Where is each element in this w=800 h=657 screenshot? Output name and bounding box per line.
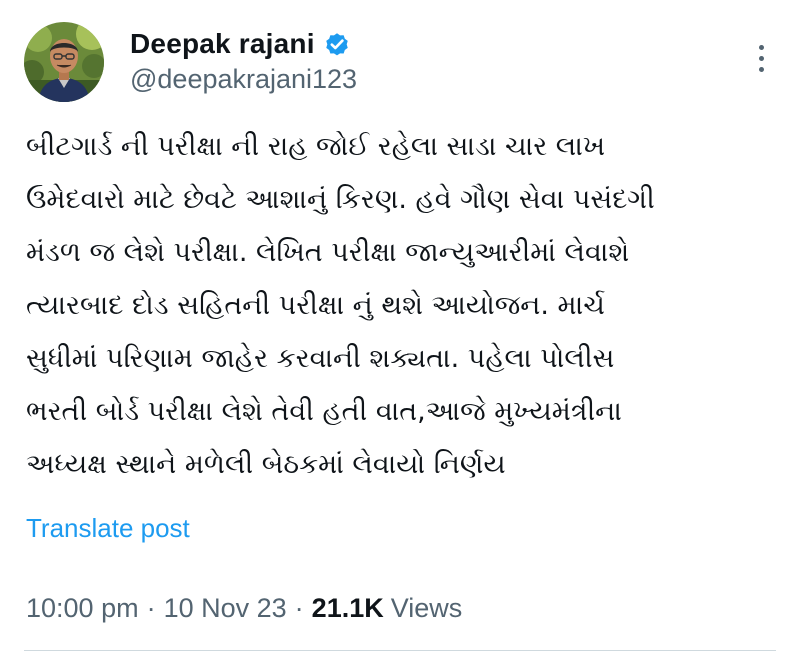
author-display-name[interactable]: Deepak rajani: [130, 28, 315, 60]
post-time[interactable]: 10:00 pm: [26, 593, 139, 624]
post-date[interactable]: 10 Nov 23: [164, 593, 287, 624]
more-options-icon[interactable]: [744, 38, 778, 78]
more-dot: [758, 55, 764, 61]
meta-separator: ·: [294, 593, 304, 623]
divider: [24, 650, 776, 651]
avatar-image: [24, 22, 104, 102]
more-dot: [758, 44, 764, 50]
views-count[interactable]: 21.1K: [312, 593, 384, 624]
post-card: Deepak rajani @deepakrajani123 બીટગાર્ડ …: [0, 0, 800, 657]
post-text: બીટગાર્ડ ની પરીક્ષા ની રાહ જોઈ રહેલા સાડ…: [26, 131, 655, 480]
author-name-row: Deepak rajani: [130, 26, 357, 62]
avatar[interactable]: [24, 22, 104, 102]
post-meta: 10:00 pm · 10 Nov 23 · 21.1K Views: [26, 593, 462, 624]
more-dot: [758, 66, 764, 72]
meta-separator: ·: [146, 593, 156, 623]
verified-badge-icon[interactable]: [323, 30, 351, 58]
author-handle[interactable]: @deepakrajani123: [130, 64, 357, 95]
views-label: Views: [390, 593, 463, 623]
translate-post-link[interactable]: Translate post: [26, 513, 190, 544]
author-block: Deepak rajani @deepakrajani123: [130, 26, 357, 95]
